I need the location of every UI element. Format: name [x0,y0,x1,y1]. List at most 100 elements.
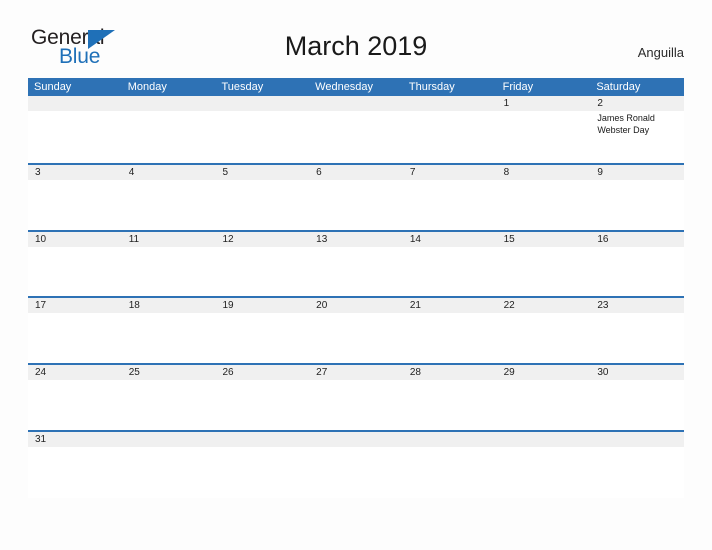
day-cell[interactable] [403,111,497,162]
day-number[interactable]: 4 [122,165,216,180]
day-cell[interactable] [122,247,216,298]
day-cell[interactable] [122,180,216,231]
day-number[interactable]: 11 [122,232,216,247]
day-cell[interactable] [497,111,591,162]
week-date-strip: 3 4 5 6 7 8 9 [28,164,684,180]
day-number[interactable]: 8 [497,165,591,180]
week-row: 1 2 James Ronald Webster Day [28,96,684,163]
day-cell[interactable] [215,380,309,431]
day-cell[interactable] [497,313,591,364]
day-cell[interactable] [497,180,591,231]
day-cell[interactable] [403,313,497,364]
day-number[interactable]: 25 [122,365,216,380]
day-cell[interactable] [403,447,497,498]
day-number[interactable]: 19 [215,298,309,313]
day-number[interactable]: 3 [28,165,122,180]
day-number[interactable]: 9 [590,165,684,180]
day-cell[interactable] [215,180,309,231]
day-number[interactable] [28,96,122,111]
day-cell[interactable] [309,247,403,298]
day-cell[interactable] [309,447,403,498]
day-cell[interactable] [28,111,122,162]
day-number[interactable]: 21 [403,298,497,313]
day-cell[interactable] [122,447,216,498]
day-event-text: James Ronald Webster Day [597,113,655,135]
day-cell[interactable] [309,111,403,162]
day-number[interactable]: 12 [215,232,309,247]
day-cell[interactable] [215,247,309,298]
day-number[interactable]: 16 [590,232,684,247]
day-number[interactable]: 29 [497,365,591,380]
day-number[interactable]: 20 [309,298,403,313]
day-cell[interactable] [122,380,216,431]
day-number[interactable] [590,432,684,447]
day-number[interactable] [309,96,403,111]
day-cell[interactable] [497,447,591,498]
day-cell[interactable] [28,380,122,431]
day-cell[interactable] [215,447,309,498]
week-date-strip: 17 18 19 20 21 22 23 [28,298,684,314]
day-number[interactable]: 6 [309,165,403,180]
day-number[interactable]: 17 [28,298,122,313]
week-row: 17 18 19 20 21 22 23 [28,296,684,365]
day-number[interactable]: 23 [590,298,684,313]
day-cell[interactable] [590,447,684,498]
page-title: March 2019 [284,31,428,61]
day-cell[interactable] [309,380,403,431]
week-event-strip [28,246,684,298]
day-number[interactable]: 13 [309,232,403,247]
day-number[interactable] [309,432,403,447]
day-cell[interactable] [590,313,684,364]
day-cell[interactable] [215,313,309,364]
day-cell[interactable] [497,247,591,298]
day-cell[interactable] [309,313,403,364]
day-cell[interactable] [215,111,309,162]
week-row: 31 [28,429,684,498]
calendar-grid: Sunday Monday Tuesday Wednesday Thursday… [28,78,684,498]
day-number[interactable]: 31 [28,432,122,447]
weekday-header-wednesday: Wednesday [315,81,374,93]
day-number[interactable] [403,96,497,111]
day-number[interactable] [215,96,309,111]
day-number[interactable]: 1 [497,96,591,111]
day-number[interactable]: 2 [590,96,684,111]
week-event-strip [28,380,684,432]
day-number[interactable] [497,432,591,447]
day-cell[interactable]: James Ronald Webster Day [590,111,684,162]
day-cell[interactable] [122,313,216,364]
day-cell[interactable] [590,247,684,298]
day-cell[interactable] [28,447,122,498]
day-number[interactable]: 7 [403,165,497,180]
day-number[interactable] [403,432,497,447]
day-cell[interactable] [28,247,122,298]
weekday-header-monday: Monday [127,81,167,93]
weekday-header-tuesday: Tuesday [221,81,264,93]
day-number[interactable]: 26 [215,365,309,380]
day-number[interactable] [122,432,216,447]
weekday-header-friday: Friday [502,81,534,93]
day-number[interactable]: 14 [403,232,497,247]
day-cell[interactable] [309,180,403,231]
day-cell[interactable] [497,380,591,431]
day-number[interactable]: 28 [403,365,497,380]
day-number[interactable] [122,96,216,111]
week-row: 10 11 12 13 14 15 16 [28,229,684,298]
day-cell[interactable] [590,180,684,231]
day-number[interactable]: 10 [28,232,122,247]
day-number[interactable]: 27 [309,365,403,380]
day-cell[interactable] [28,313,122,364]
day-number[interactable]: 15 [497,232,591,247]
day-number[interactable]: 5 [215,165,309,180]
page-header: General Blue March 2019 Anguilla [0,0,712,76]
day-cell[interactable] [28,180,122,231]
day-number[interactable]: 22 [497,298,591,313]
day-number[interactable] [215,432,309,447]
day-cell[interactable] [122,111,216,162]
day-number[interactable]: 30 [590,365,684,380]
day-cell[interactable] [403,180,497,231]
day-number[interactable]: 24 [28,365,122,380]
day-cell[interactable] [403,380,497,431]
day-cell[interactable] [590,380,684,431]
day-number[interactable]: 18 [122,298,216,313]
day-cell[interactable] [403,247,497,298]
